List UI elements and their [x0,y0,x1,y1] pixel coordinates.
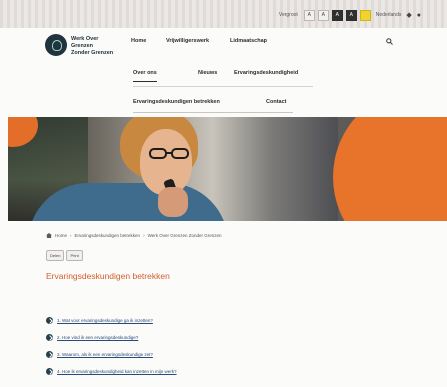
brand-line-2: Zonder Grenzen [71,50,114,56]
nav-item-nieuws[interactable]: Nieuws [198,70,217,76]
nav-item-over-ons[interactable]: Over ons [133,70,157,82]
hero-person-hand [158,187,188,217]
share-button[interactable]: Delen [46,250,65,261]
page-actions: Delen Print [46,250,83,261]
brand-line-1: Werk Over Grenzen [71,36,99,49]
contrast-inverse-button[interactable]: A [345,9,357,21]
chevron-circle-icon [46,317,53,324]
toc-link[interactable]: 4. Hoe ik ervaringsdeskundigheid kan inz… [57,369,177,374]
nav-active-underline [133,112,293,113]
settings-icon[interactable]: ◆ [406,11,411,19]
brand-name[interactable]: Werk Over Grenzen Zonder Grenzen [71,36,119,57]
page: Vergroot A A A A Nederlands ◆ ● Werk Ove… [0,0,447,387]
breadcrumb-home[interactable]: Home [55,233,67,238]
chevron-circle-icon [46,368,53,375]
contrast-yellow-button[interactable] [359,9,371,21]
breadcrumb-separator: › [70,233,72,238]
toc-link[interactable]: 2. Hoe vind ik een ervaringsdeskundige? [57,335,138,340]
breadcrumb-item[interactable]: Ervaringsdeskundigen betrekken [75,233,141,238]
breadcrumb: Home › Ervaringsdeskundigen betrekken › … [46,233,222,238]
font-size-medium-button[interactable]: A [317,9,329,21]
breadcrumb-separator: › [143,233,145,238]
nav-divider [133,86,313,87]
hero-image [8,117,447,221]
font-size-small-button[interactable]: A [303,9,315,21]
nav-item-home[interactable]: Home [131,38,146,44]
tools-label: Vergroot [278,12,298,18]
accessibility-tools: Vergroot A A A A Nederlands ◆ ● [279,9,421,21]
language-selector[interactable]: Nederlands [376,12,402,18]
logo-icon[interactable] [45,34,67,56]
home-icon[interactable] [46,233,52,238]
hero-glasses [149,148,189,159]
nav-item-lidmaatschap[interactable]: Lidmaatschap [230,38,267,44]
nav-item-contact[interactable]: Contact [266,99,286,105]
hero-orange-circle [333,117,447,221]
toc-item[interactable]: 3. Waarom, als ik een ervaringsdeskundig… [46,351,153,358]
toc-item[interactable]: 4. Hoe ik ervaringsdeskundigheid kan inz… [46,368,177,375]
toc-link[interactable]: 1. Wat voor ervaringsdeskundige ga ik in… [57,318,153,323]
utility-bar: Vergroot A A A A Nederlands ◆ ● [0,0,447,28]
chevron-circle-icon [46,334,53,341]
nav-item-betrekken[interactable]: Ervaringsdeskundigen betrekken [133,99,220,105]
toc-link[interactable]: 3. Waarom, als ik een ervaringsdeskundig… [57,352,153,357]
breadcrumb-current: Werk Over Grenzen Zonder Grenzen [147,233,222,238]
toc-item[interactable]: 2. Hoe vind ik een ervaringsdeskundige? [46,334,138,341]
chevron-circle-icon [46,351,53,358]
toc-item[interactable]: 1. Wat voor ervaringsdeskundige ga ik in… [46,317,153,324]
user-icon[interactable]: ● [417,12,421,19]
search-icon[interactable] [386,38,393,45]
page-title: Ervaringsdeskundigen betrekken [46,271,170,281]
contrast-dark-button[interactable]: A [331,9,343,21]
nav-item-ervaringsdeskundigheid[interactable]: Ervaringsdeskundigheid [234,70,298,76]
nav-item-vrijwilligerswerk[interactable]: Vrijwilligerswerk [166,38,209,44]
print-button[interactable]: Print [66,250,83,261]
